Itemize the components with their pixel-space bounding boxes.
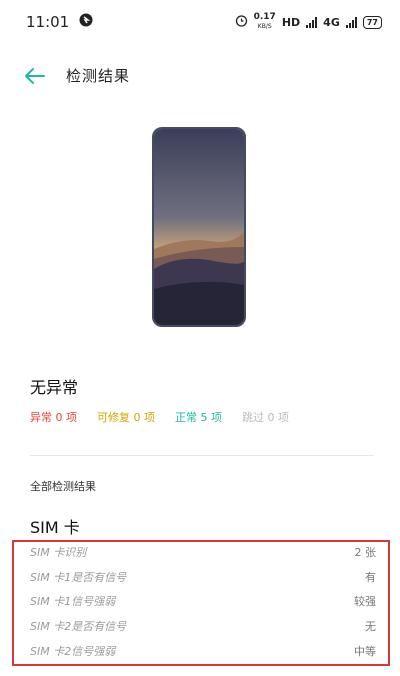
signal-icon-2 <box>345 16 357 28</box>
list-item: SIM 卡识别 2 张 <box>30 540 376 565</box>
signal-icon <box>306 16 318 28</box>
hd-icon: HD <box>281 15 301 29</box>
sim-row-value: 有 <box>365 570 376 584</box>
sim-row-label: SIM 卡1信号强弱 <box>30 595 116 609</box>
sim-row-label: SIM 卡2是否有信号 <box>30 620 127 634</box>
list-item: SIM 卡1信号强弱 较强 <box>30 589 376 614</box>
sim-row-label: SIM 卡2信号强弱 <box>30 644 116 658</box>
header: 检测结果 <box>0 56 400 96</box>
network-type: 4G <box>323 15 340 29</box>
sim-row-label: SIM 卡识别 <box>30 546 87 560</box>
notification-icon <box>79 13 93 31</box>
status-bar-right: 0.17 KB/S HD 4G 77 <box>235 13 382 31</box>
list-item: SIM 卡2是否有信号 无 <box>30 614 376 639</box>
status-bar: 11:01 0.17 KB/S HD 4G 77 <box>0 0 400 44</box>
list-item: SIM 卡1是否有信号 有 <box>30 565 376 590</box>
result-title: 无异常 <box>30 378 79 397</box>
list-item: SIM 卡2信号强弱 中等 <box>30 638 376 663</box>
stat-normal: 正常 5 项 <box>175 411 222 424</box>
phone-illustration <box>152 127 246 327</box>
sim-list: SIM 卡识别 2 张 SIM 卡1是否有信号 有 SIM 卡1信号强弱 较强 … <box>30 540 376 663</box>
status-bar-left: 11:01 <box>26 13 93 31</box>
all-results-label: 全部检测结果 <box>30 480 96 493</box>
sim-row-label: SIM 卡1是否有信号 <box>30 570 127 584</box>
back-arrow-icon[interactable] <box>24 66 46 86</box>
sim-section-title: SIM 卡 <box>30 518 80 537</box>
battery-icon: 77 <box>362 15 382 29</box>
clock: 11:01 <box>26 13 70 31</box>
divider <box>30 455 374 456</box>
network-speed: 0.17 KB/S <box>253 12 276 31</box>
stat-fixable: 可修复 0 项 <box>97 411 155 424</box>
sim-row-value: 中等 <box>354 644 376 658</box>
stat-error: 异常 0 项 <box>30 411 77 424</box>
page-title: 检测结果 <box>66 67 131 85</box>
sim-row-value: 较强 <box>354 595 376 609</box>
stat-skipped: 跳过 0 项 <box>242 411 289 424</box>
sim-row-value: 2 张 <box>354 546 377 560</box>
result-stats: 异常 0 项 可修复 0 项 正常 5 项 跳过 0 项 <box>30 409 289 425</box>
sim-row-value: 无 <box>365 620 376 634</box>
alarm-icon <box>235 14 248 30</box>
